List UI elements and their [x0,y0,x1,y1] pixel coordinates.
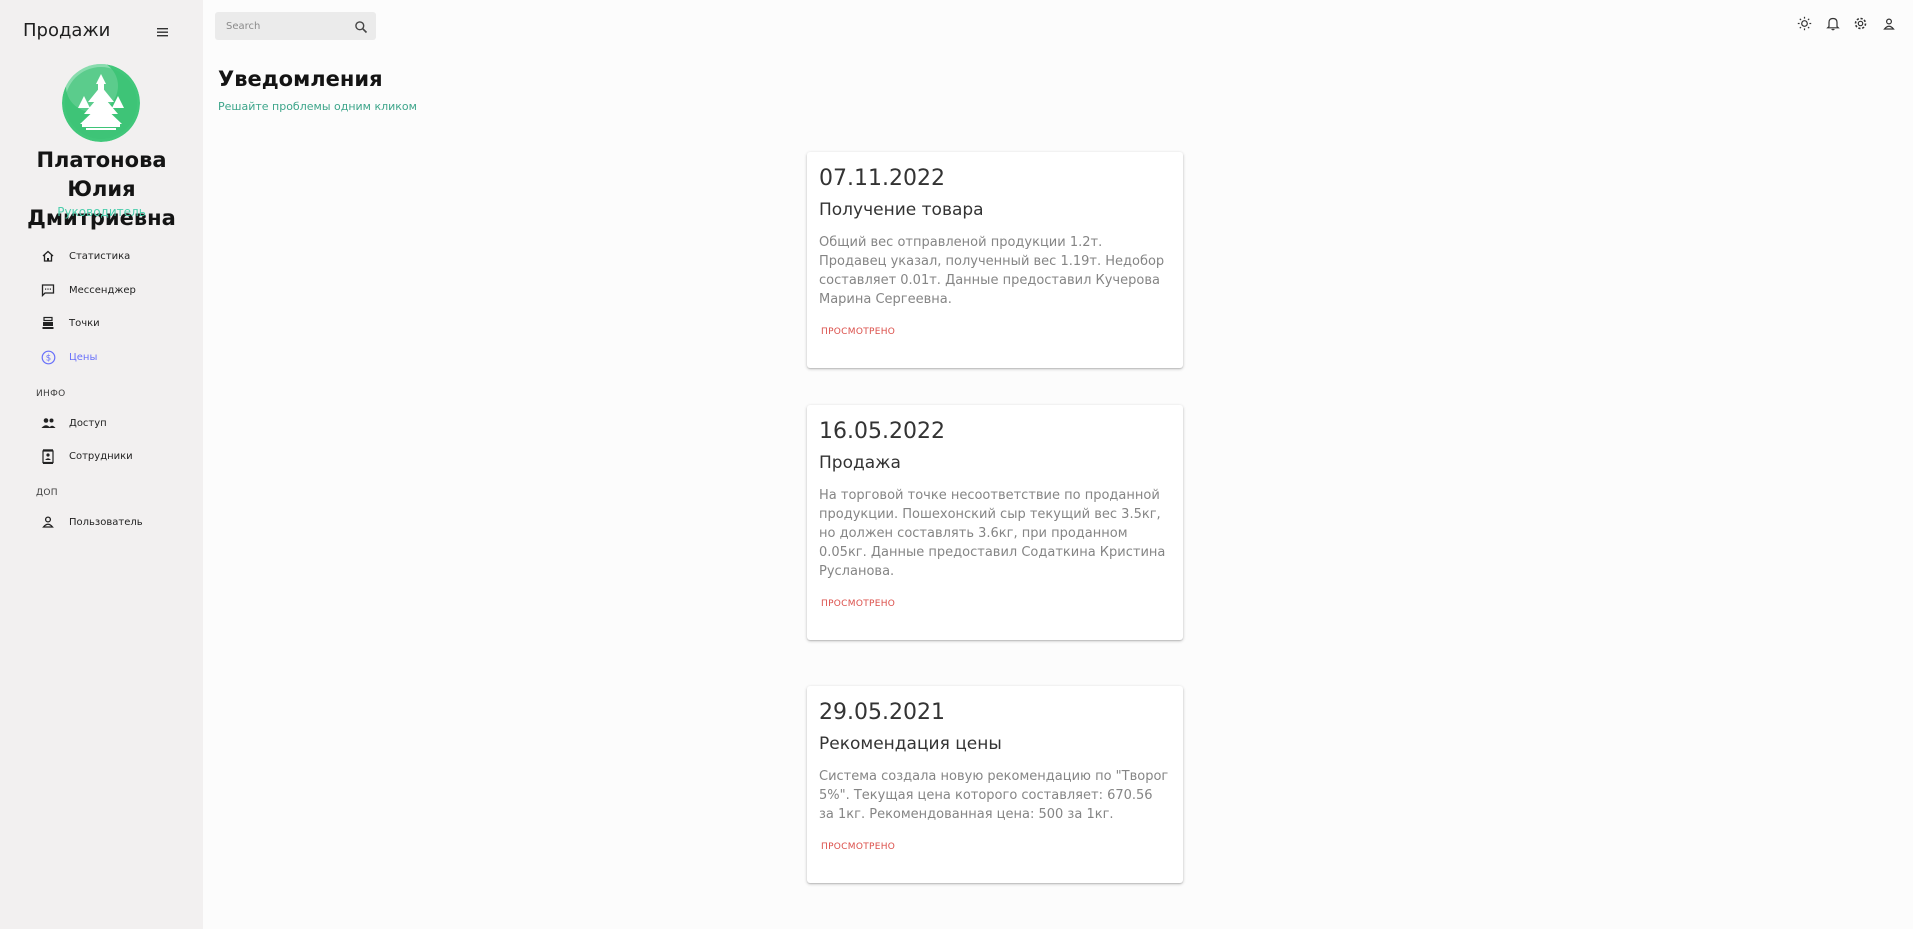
search-input[interactable] [215,20,345,32]
viewed-button[interactable]: ПРОСМОТРЕНО [819,327,895,337]
sidebar-item-label: Точки [69,317,100,329]
account-icon[interactable] [1880,15,1897,32]
sidebar-item-statistics[interactable]: Статистика [40,244,190,268]
page-subtitle: Решайте проблемы одним кликом [218,100,417,113]
notification-date: 07.11.2022 [819,166,945,191]
sidebar-item-label: Мессенджер [69,284,136,296]
sidebar-item-messenger[interactable]: Мессенджер [40,278,190,302]
sidebar-item-employees[interactable]: Сотрудники [40,444,190,468]
avatar [62,64,140,142]
sidebar-item-label: Пользователь [69,516,143,528]
page-title: Уведомления [218,67,383,91]
viewed-button[interactable]: ПРОСМОТРЕНО [819,599,895,609]
home-icon [40,248,56,264]
app-root: Продажи Платонова Юлия Дмитриевна Руково… [0,0,1913,929]
svg-text:$: $ [45,353,50,363]
dollar-circle-icon: $ [40,349,56,365]
sidebar-section-extra: ДОП [36,488,58,498]
notification-date: 29.05.2021 [819,700,945,725]
sidebar-item-prices[interactable]: $ Цены [40,345,190,369]
search-icon[interactable] [354,19,368,34]
notification-card: 07.11.2022 Получение товара Общий вес от… [807,152,1183,368]
brand-title: Продажи [23,20,111,41]
notification-title: Получение товара [819,200,984,220]
profile-name: Платонова Юлия Дмитриевна [27,148,176,230]
chat-icon [40,282,56,298]
notification-title: Рекомендация цены [819,734,1002,754]
sidebar: Продажи Платонова Юлия Дмитриевна Руково… [0,0,203,929]
sidebar-item-label: Сотрудники [69,450,133,462]
notification-date: 16.05.2022 [819,419,945,444]
notification-card: 29.05.2021 Рекомендация цены Система соз… [807,686,1183,883]
sidebar-item-user[interactable]: Пользователь [40,510,190,534]
search-bar [215,12,376,40]
notification-text: Общий вес отправленой продукции 1.2т. Пр… [819,235,1165,307]
sidebar-item-label: Статистика [69,250,131,262]
register-icon [40,315,56,331]
contact-book-icon [40,448,56,464]
profile-role: Руководитель [57,205,146,219]
sidebar-item-access[interactable]: Доступ [40,411,190,435]
sidebar-section-info: ИНФО [36,389,66,399]
notification-text: На торговой точке несоответствие по прод… [819,488,1166,579]
notifications-icon[interactable] [1824,15,1841,32]
people-icon [40,415,56,431]
person-icon [40,514,56,530]
sidebar-item-label: Доступ [69,417,107,429]
main-content: Уведомления Решайте проблемы одним клико… [203,0,1913,929]
menu-icon[interactable] [154,24,172,40]
settings-icon[interactable] [1852,15,1869,32]
notification-title: Продажа [819,453,901,473]
notification-card: 16.05.2022 Продажа На торговой точке нес… [807,405,1183,640]
viewed-button[interactable]: ПРОСМОТРЕНО [819,842,895,852]
notification-text: Система создала новую рекомендацию по "Т… [819,769,1169,822]
top-icon-bar [1796,15,1897,32]
sidebar-item-label: Цены [69,351,98,363]
light-mode-icon[interactable] [1796,15,1813,32]
sidebar-item-points[interactable]: Точки [40,311,190,335]
